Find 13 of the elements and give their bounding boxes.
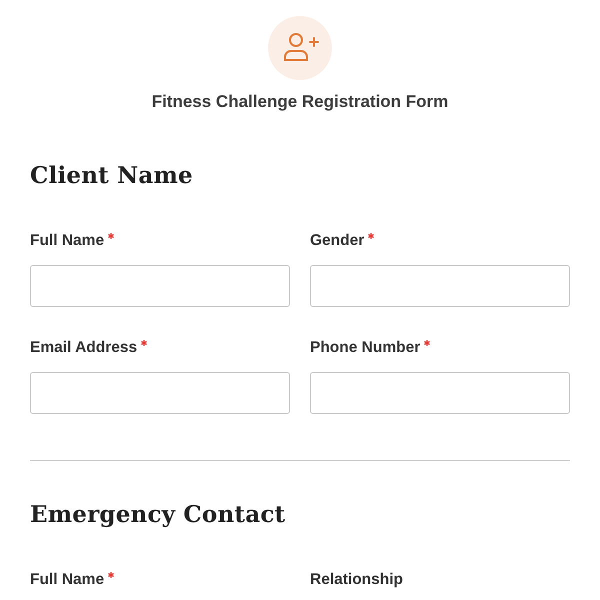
text-field[interactable] [310, 372, 570, 414]
text-field[interactable] [310, 265, 570, 307]
field-label: Relationship [310, 570, 404, 590]
text-field[interactable] [30, 265, 290, 307]
section-heading: Emergency Contact [30, 500, 286, 530]
field-label: Gender [310, 231, 364, 251]
field-label: Phone Number [310, 338, 420, 358]
form-title: Fitness Challenge Registration Form [152, 91, 448, 113]
text-field[interactable] [30, 372, 290, 414]
section-heading: Client Name [30, 161, 194, 191]
field-label: Email Address [30, 338, 138, 358]
field-label: Full Name [30, 570, 104, 590]
field-label: Full Name [30, 231, 104, 251]
